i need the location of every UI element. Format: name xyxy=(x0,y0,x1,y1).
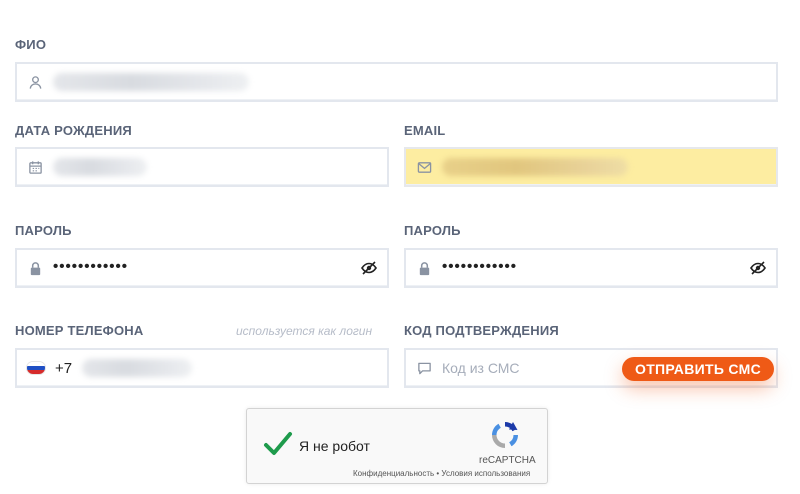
eye-off-icon[interactable] xyxy=(750,261,766,275)
email-label: EMAIL xyxy=(404,123,446,138)
recaptcha-widget[interactable]: Я не робот reCAPTCHA Конфиденциальность … xyxy=(246,408,548,484)
recaptcha-logo-icon xyxy=(492,422,518,448)
fio-field[interactable] xyxy=(15,62,778,102)
chat-bubble-icon xyxy=(416,360,432,376)
phone-value-redacted xyxy=(82,359,193,377)
birth-date-value-redacted xyxy=(53,158,147,176)
birth-date-field[interactable] xyxy=(15,147,389,187)
sms-code-placeholder: Код из СМС xyxy=(442,360,520,376)
checkmark-icon[interactable] xyxy=(263,431,293,457)
russia-flag-icon[interactable] xyxy=(27,362,45,374)
password-confirm-value: •••••••••••• xyxy=(442,258,518,275)
password-confirm-label: ПАРОЛЬ xyxy=(404,223,461,238)
password-label: ПАРОЛЬ xyxy=(15,223,72,238)
recaptcha-label: Я не робот xyxy=(299,438,370,454)
fio-value-redacted xyxy=(53,73,249,91)
password-confirm-field[interactable]: •••••••••••• xyxy=(404,248,778,288)
phone-field[interactable]: +7 xyxy=(15,348,389,388)
fio-label: ФИО xyxy=(15,37,47,52)
recaptcha-brand: reCAPTCHA xyxy=(479,455,536,466)
send-sms-button[interactable]: ОТПРАВИТЬ СМС xyxy=(622,357,774,381)
recaptcha-privacy-link[interactable]: Конфиденциальность xyxy=(353,469,434,478)
recaptcha-terms-link[interactable]: Условия использования xyxy=(441,469,530,478)
password-value: •••••••••••• xyxy=(53,258,129,275)
email-field[interactable] xyxy=(404,147,778,187)
eye-off-icon[interactable] xyxy=(361,261,377,275)
user-icon xyxy=(27,74,43,90)
calendar-icon xyxy=(27,159,43,175)
mail-icon xyxy=(416,159,432,175)
recaptcha-footer: Конфиденциальность • Условия использован… xyxy=(353,469,530,478)
lock-icon xyxy=(416,260,432,276)
password-field[interactable]: •••••••••••• xyxy=(15,248,389,288)
sms-code-label: КОД ПОДТВЕРЖДЕНИЯ xyxy=(404,323,559,338)
birth-date-label: ДАТА РОЖДЕНИЯ xyxy=(15,123,132,138)
email-value-redacted xyxy=(442,158,628,176)
phone-hint: используется как логин xyxy=(236,324,373,338)
lock-icon xyxy=(27,260,43,276)
phone-label: НОМЕР ТЕЛЕФОНА xyxy=(15,323,144,338)
phone-prefix: +7 xyxy=(55,359,73,377)
